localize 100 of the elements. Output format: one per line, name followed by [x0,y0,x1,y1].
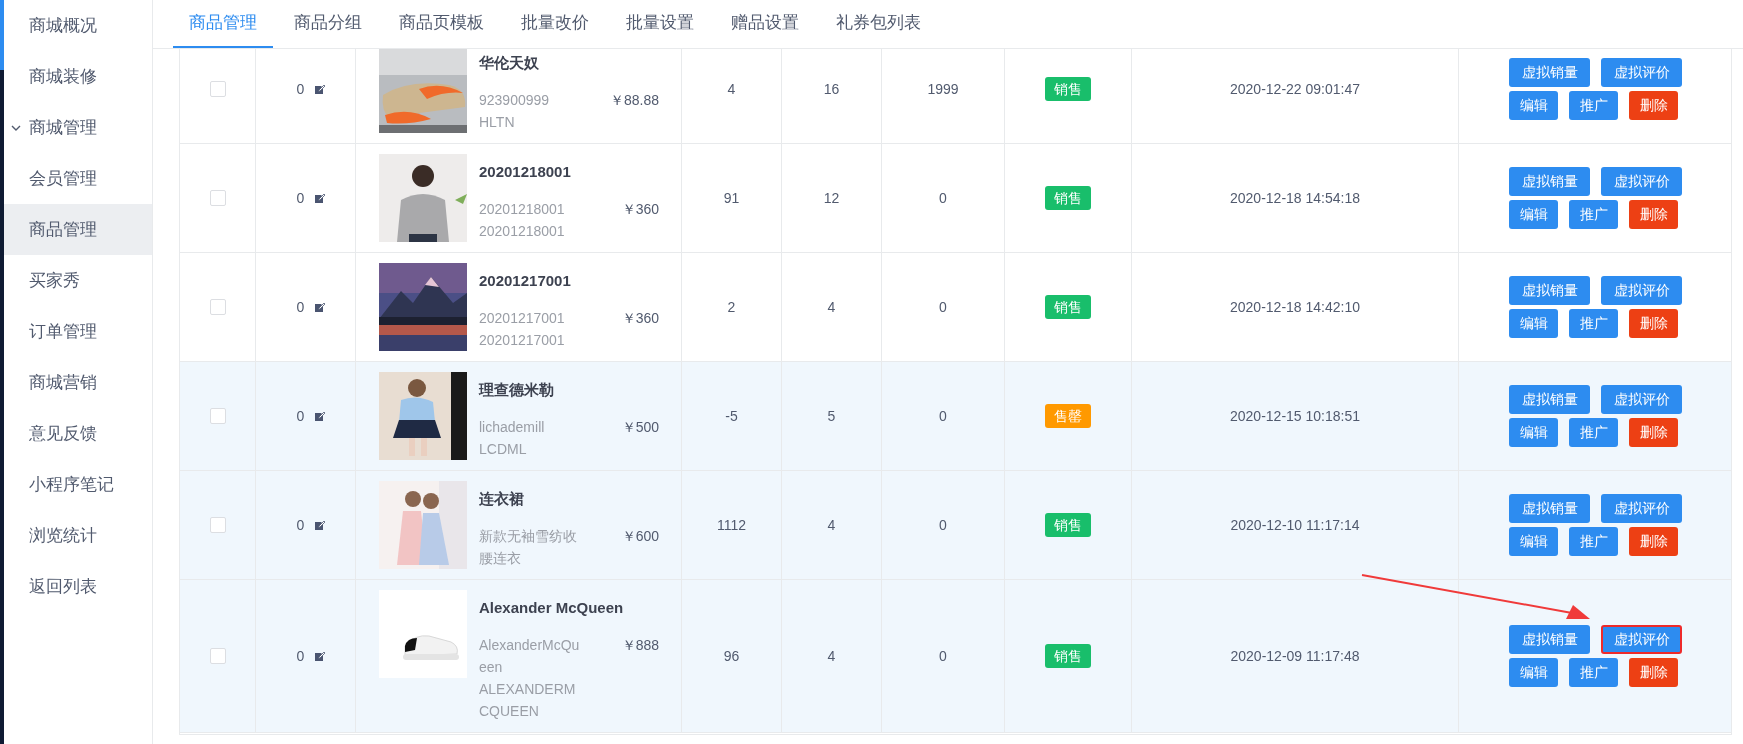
product-price: ￥88.88 [608,91,659,110]
created-time: 2020-12-22 09:01:47 [1230,79,1360,99]
product-price: ￥888 [620,636,659,655]
action-button[interactable]: 编辑 [1509,527,1558,556]
sort-value: 0 [296,188,305,208]
product-name: 20201217001 [479,271,572,291]
product-sku: 20201218001 [479,222,566,241]
row-checkbox[interactable] [209,517,226,533]
tab[interactable]: 商品页模板 [383,0,500,48]
row-checkbox[interactable] [209,648,226,664]
action-button[interactable]: 删除 [1629,200,1678,229]
action-button[interactable]: 删除 [1629,527,1678,556]
sidebar-item[interactable]: 买家秀 [4,255,152,306]
product-sku: ALEXANDERMCQUEEN [479,680,577,721]
action-button[interactable]: 虚拟评价 [1601,167,1682,196]
table-cell-text: 0 [939,646,947,666]
edit-icon[interactable] [314,192,327,204]
sort-value: 0 [296,297,305,317]
action-button[interactable]: 推广 [1569,309,1618,338]
sort-value: 0 [296,515,305,535]
action-button[interactable]: 推广 [1569,527,1618,556]
action-button[interactable]: 编辑 [1509,418,1558,447]
sidebar-item[interactable]: 商品管理 [4,204,152,255]
sidebar-item[interactable]: 订单管理 [4,306,152,357]
row-checkbox[interactable] [209,408,226,424]
sidebar-item[interactable]: 浏览统计 [4,510,152,561]
sidebar-item[interactable]: 商城管理 [4,102,152,153]
table-cell-text: 0 [939,406,947,426]
sidebar-item[interactable]: 商城营销 [4,357,152,408]
action-button[interactable]: 虚拟销量 [1509,494,1590,523]
table-cell-text: 16 [823,79,840,99]
action-button[interactable]: 删除 [1629,309,1678,338]
product-name: Alexander McQueen [479,598,625,618]
table-cell-text: 0 [939,188,947,208]
action-button[interactable]: 虚拟销量 [1509,385,1590,414]
action-button[interactable]: 推广 [1569,91,1618,120]
product-name: 理查德米勒 [479,380,555,400]
product-code: lichademill [479,418,546,437]
edit-icon[interactable] [314,83,327,95]
tab[interactable]: 礼券包列表 [820,0,937,48]
action-button[interactable]: 编辑 [1509,91,1558,120]
action-button[interactable]: 推广 [1569,200,1618,229]
table-cell-text: 4 [827,297,836,317]
product-code: 新款无袖雪纺收腰连衣 [479,527,578,568]
sidebar-item[interactable]: 小程序笔记 [4,459,152,510]
action-button[interactable]: 虚拟销量 [1509,276,1590,305]
table-cell-text: 1112 [716,515,747,535]
table-cell-text: 96 [723,646,740,666]
action-button[interactable]: 推广 [1569,418,1618,447]
table-cell-text: 0 [939,515,947,535]
action-button[interactable]: 推广 [1569,658,1618,687]
sidebar-item[interactable]: 商城装修 [4,51,152,102]
created-time: 2020-12-15 10:18:51 [1230,406,1360,426]
created-time: 2020-12-09 11:17:48 [1230,646,1360,666]
edit-icon[interactable] [314,650,327,662]
row-checkbox[interactable] [209,81,226,97]
product-price: ￥360 [620,200,659,219]
action-button[interactable]: 编辑 [1509,309,1558,338]
tab[interactable]: 批量设置 [610,0,710,48]
row-checkbox[interactable] [209,190,226,206]
sidebar-item[interactable]: 返回列表 [4,561,152,612]
created-time: 2020-12-18 14:42:10 [1230,297,1360,317]
action-button[interactable]: 删除 [1629,418,1678,447]
sidebar-item[interactable]: 意见反馈 [4,408,152,459]
product-name: 华伦天奴 [479,53,540,73]
table-cell-text: 0 [939,297,947,317]
tab[interactable]: 商品分组 [278,0,378,48]
status-badge: 销售 [1045,186,1091,210]
edit-icon[interactable] [314,410,327,422]
table-cell-text: 4 [827,646,836,666]
action-button[interactable]: 虚拟评价 [1601,276,1682,305]
table-cell-text: 12 [823,188,840,208]
table-cell-text: 4 [827,515,836,535]
tab[interactable]: 赠品设置 [715,0,815,48]
action-button[interactable]: 虚拟评价 [1601,385,1682,414]
status-badge: 销售 [1045,77,1091,101]
tab[interactable]: 批量改价 [505,0,605,48]
action-button[interactable]: 虚拟评价 [1601,625,1682,654]
sort-value: 0 [296,406,305,426]
action-button[interactable]: 虚拟销量 [1509,625,1590,654]
action-button[interactable]: 编辑 [1509,200,1558,229]
sidebar-item[interactable]: 商城概况 [4,0,152,51]
action-button[interactable]: 删除 [1629,91,1678,120]
edit-icon[interactable] [314,301,327,313]
action-button[interactable]: 虚拟销量 [1509,58,1590,87]
action-button[interactable]: 虚拟评价 [1601,58,1682,87]
action-button[interactable]: 虚拟评价 [1601,494,1682,523]
edit-icon[interactable] [314,519,327,531]
product-code: 20201217001 [479,309,566,328]
created-time: 2020-12-18 14:54:18 [1230,188,1360,208]
product-name: 连衣裙 [479,489,525,509]
action-button[interactable]: 虚拟销量 [1509,167,1590,196]
action-button[interactable]: 编辑 [1509,658,1558,687]
product-price: ￥600 [620,527,659,546]
sort-value: 0 [296,79,305,99]
product-sku: HLTN [479,113,516,132]
action-button[interactable]: 删除 [1629,658,1678,687]
table-cell-text: 4 [727,79,736,99]
row-checkbox[interactable] [209,299,226,315]
sidebar-item[interactable]: 会员管理 [4,153,152,204]
